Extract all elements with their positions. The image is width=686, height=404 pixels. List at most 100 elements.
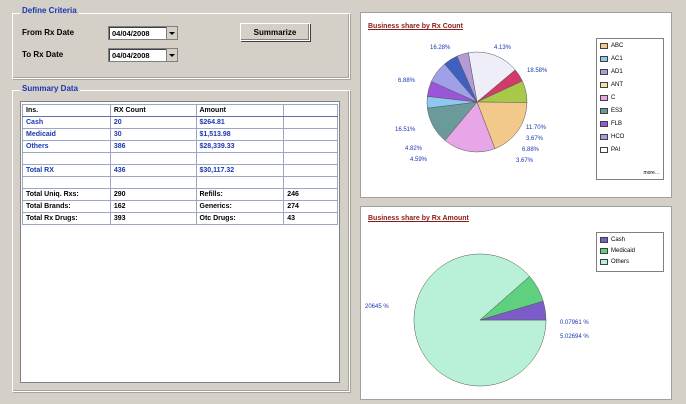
table-cell: Total Rx Drugs: [22, 212, 111, 225]
summary-table: Ins. RX Count Amount Cash 20 $264.81 Medic… [22, 104, 338, 225]
legend-swatch [600, 134, 608, 140]
table-cell: 274 [283, 200, 338, 213]
table-cell: 393 [109, 212, 197, 225]
pie-label: 3.67% [516, 158, 534, 164]
legend-swatch [600, 237, 608, 243]
legend-item: ABC [600, 43, 623, 49]
table-cell: $28,339.33 [195, 140, 285, 153]
pie-label: 4.59% [410, 157, 428, 163]
legend-swatch [600, 95, 608, 101]
legend-item: Others [600, 259, 629, 265]
table-cell: 436 [109, 164, 197, 177]
legend-item: ES3 [600, 108, 622, 114]
legend-label: ABC [611, 43, 624, 49]
to-date-label: To Rx Date [22, 50, 64, 59]
table-cell [283, 116, 338, 129]
table-cell [195, 152, 285, 165]
to-date-dropdown-button[interactable] [166, 49, 177, 61]
from-date-label: From Rx Date [22, 28, 75, 37]
table-cell: 162 [109, 200, 197, 213]
table-cell: 30 [109, 128, 197, 141]
chevron-down-icon [169, 31, 175, 35]
table-cell: Total Brands: [22, 200, 111, 213]
legend-swatch [600, 82, 608, 88]
legend-item: PAI [600, 147, 620, 153]
table-row[interactable]: Others 386 $28,339.33 [22, 140, 338, 153]
table-row[interactable]: Cash 20 $264.81 [22, 116, 338, 129]
pie-label: 20645 % [365, 304, 389, 310]
table-cell: Medicaid [22, 128, 111, 141]
table-cell [22, 152, 111, 165]
legend-swatch [600, 121, 608, 127]
legend-label: Medicaid [611, 248, 636, 254]
table-row[interactable]: Total Uniq. Rxs: 290 Refills: 246 [22, 188, 338, 201]
legend-swatch [600, 108, 608, 114]
legend-item: AC1 [600, 56, 623, 62]
legend-label: Others [611, 259, 630, 265]
table-row[interactable]: Total Rx Drugs: 393 Otc Drugs: 43 [22, 212, 338, 225]
table-cell [283, 128, 338, 141]
table-cell [283, 176, 338, 189]
legend-label: ANT [611, 82, 623, 88]
legend-label: AC1 [611, 56, 623, 62]
from-date-value: 04/04/2008 [112, 28, 150, 38]
legend-label: ES3 [611, 108, 623, 114]
table-cell [109, 176, 197, 189]
rx-amount-legend: Cash Medicaid Others [596, 232, 664, 272]
table-row[interactable]: Total Brands: 162 Generics: 274 [22, 200, 338, 213]
summary-title: Summary Data [20, 84, 81, 93]
table-cell: 386 [109, 140, 197, 153]
pie-label: 16.51% [395, 127, 416, 133]
column-header[interactable]: Amount [195, 104, 285, 117]
rx-count-legend: ABC AC1 AD1 ANT C ES3 FLB HCO PAI more..… [596, 38, 664, 180]
table-cell: Otc Drugs: [195, 212, 285, 225]
pie-label: 6.88% [398, 78, 416, 84]
summarize-button[interactable]: Summarize [240, 23, 310, 41]
table-cell [195, 176, 285, 189]
pie-label: 6.88% [522, 147, 540, 153]
table-cell: Others [22, 140, 111, 153]
pie-label: 5.02694 % [560, 334, 589, 340]
legend-label: AD1 [611, 69, 623, 75]
column-header[interactable]: Ins. [22, 104, 111, 117]
legend-item: C [600, 95, 615, 101]
legend-item: Cash [600, 237, 625, 243]
legend-item: AD1 [600, 69, 623, 75]
legend-more-link[interactable]: more... [643, 170, 659, 176]
table-cell: 20 [109, 116, 197, 129]
table-cell [283, 140, 338, 153]
table-row[interactable] [22, 152, 338, 165]
legend-label: PAI [611, 147, 621, 153]
pie-label: 4.13% [494, 45, 512, 51]
table-row[interactable]: Total RX 436 $30,117.32 [22, 164, 338, 177]
rx-amount-pie-slices [413, 253, 547, 387]
legend-swatch [600, 56, 608, 62]
legend-swatch [600, 259, 608, 265]
to-date-combo[interactable]: 04/04/2008 [108, 48, 178, 62]
legend-swatch [600, 69, 608, 75]
from-date-combo[interactable]: 04/04/2008 [108, 26, 178, 40]
chevron-down-icon [169, 53, 175, 57]
table-cell [283, 164, 338, 177]
pie-label: 3.67% [526, 136, 544, 142]
column-header[interactable]: RX Count [109, 104, 197, 117]
legend-swatch [600, 248, 608, 254]
table-cell [109, 152, 197, 165]
table-cell [22, 176, 111, 189]
table-row[interactable] [22, 176, 338, 189]
legend-swatch [600, 43, 608, 49]
table-cell: Generics: [195, 200, 285, 213]
legend-label: FLB [611, 121, 623, 127]
table-cell: Cash [22, 116, 111, 129]
from-date-dropdown-button[interactable] [166, 27, 177, 39]
column-header[interactable] [283, 104, 338, 117]
table-header-row: Ins. RX Count Amount [22, 104, 338, 117]
table-cell: $30,117.32 [195, 164, 285, 177]
legend-item: Medicaid [600, 248, 635, 254]
pie-label: 11.70% [526, 125, 546, 131]
table-cell: $264.81 [195, 116, 285, 129]
table-row[interactable]: Medicaid 30 $1,513.98 [22, 128, 338, 141]
table-cell: Refills: [195, 188, 285, 201]
legend-item: ANT [600, 82, 623, 88]
table-cell [283, 152, 338, 165]
